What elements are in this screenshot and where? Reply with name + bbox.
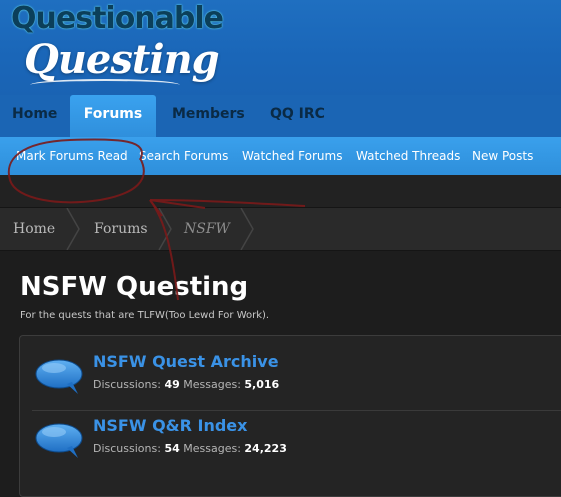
site-header: Questionable Questing (0, 0, 561, 95)
breadcrumb-home[interactable]: Home (13, 208, 55, 250)
messages-label: Messages: (183, 442, 241, 455)
breadcrumb: Home Forums NSFW (0, 207, 561, 251)
watched-threads-link[interactable]: Watched Threads (356, 137, 460, 175)
discussions-count: 49 (164, 378, 180, 391)
tab-home[interactable]: Home (12, 95, 57, 137)
main-nav: Home Forums Members QQ IRC (0, 95, 561, 137)
messages-label: Messages: (183, 378, 241, 391)
mark-forums-read-link[interactable]: Mark Forums Read (16, 137, 128, 175)
breadcrumb-separator-icon (66, 208, 80, 250)
tab-forums[interactable]: Forums (70, 95, 156, 137)
breadcrumb-separator-icon (158, 208, 172, 250)
forum-node: NSFW Q&R Index Discussions: 54 Messages:… (32, 404, 561, 464)
breadcrumb-forums[interactable]: Forums (94, 208, 148, 250)
new-posts-link[interactable]: New Posts (472, 137, 533, 175)
speech-bubble-icon (35, 423, 83, 458)
tab-members[interactable]: Members (172, 95, 245, 137)
site-logo-line1[interactable]: Questionable (11, 2, 224, 36)
messages-count: 5,016 (244, 378, 280, 391)
discussions-label: Discussions: (93, 442, 161, 455)
sub-nav: Mark Forums Read Search Forums Watched F… (0, 137, 561, 175)
forum-title-link[interactable]: NSFW Q&R Index (93, 416, 247, 436)
forum-list: NSFW Quest Archive Discussions: 49 Messa… (19, 335, 561, 497)
forum-node: NSFW Quest Archive Discussions: 49 Messa… (32, 340, 561, 400)
forum-stats: Discussions: 54 Messages: 24,223 (93, 442, 287, 456)
messages-count: 24,223 (244, 442, 287, 455)
logo-swash (30, 79, 180, 91)
nav-spacer (0, 175, 561, 207)
breadcrumb-separator-icon (240, 208, 254, 250)
speech-bubble-icon (35, 359, 83, 394)
watched-forums-link[interactable]: Watched Forums (242, 137, 342, 175)
page-title: NSFW Questing (20, 272, 249, 302)
discussions-count: 54 (164, 442, 180, 455)
breadcrumb-nsfw[interactable]: NSFW (184, 208, 230, 250)
search-forums-link[interactable]: Search Forums (139, 137, 228, 175)
discussions-label: Discussions: (93, 378, 161, 391)
site-logo-line2[interactable]: Questing (24, 38, 220, 82)
forum-title-link[interactable]: NSFW Quest Archive (93, 352, 279, 372)
tab-qq-irc[interactable]: QQ IRC (270, 95, 325, 137)
forum-stats: Discussions: 49 Messages: 5,016 (93, 378, 279, 392)
page-description: For the quests that are TLFW(Too Lewd Fo… (20, 310, 270, 321)
